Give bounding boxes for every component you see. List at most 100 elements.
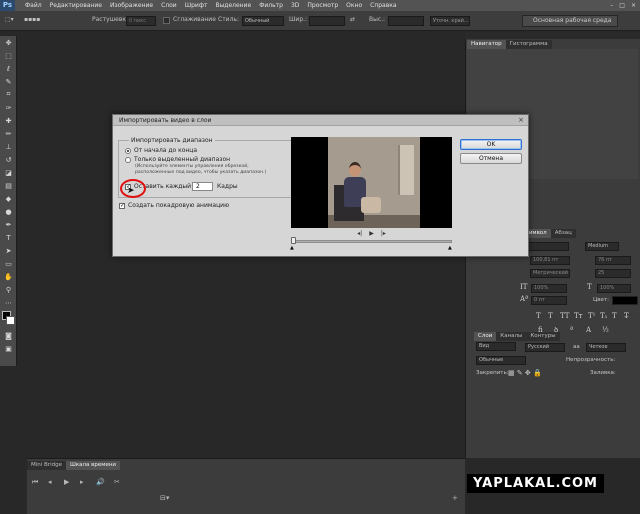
opentype-stylistic-icon[interactable]: ª [570,326,573,334]
selection-mode-icons[interactable]: ▪▪▪▪ [24,16,40,23]
strikethrough-icon[interactable]: T̶ [624,312,629,320]
tab-timeline[interactable]: Шкала времени [65,461,120,470]
menu-file[interactable]: Файл [25,2,42,9]
refine-edge-button[interactable]: Уточн. край... [430,16,470,26]
tab-histogram[interactable]: Гистограмма [506,40,552,49]
shape-tool-icon[interactable]: ▭ [0,257,17,270]
small-caps-icon[interactable]: Tт [574,312,583,320]
trim-start-marker-icon[interactable]: ▲ [290,245,294,251]
baseline-shift-input[interactable]: 0 пт [531,296,567,305]
cancel-button[interactable]: Отмена [460,153,522,164]
layer-kind-filter[interactable]: Вид [476,342,516,351]
opentype-ordinal-icon[interactable]: A [586,326,591,334]
prev-frame-icon[interactable]: ◂| [357,229,362,238]
blend-mode-select[interactable]: Обычные [476,356,526,365]
trim-end-marker-icon[interactable]: ▲ [448,245,452,251]
quick-mask-icon[interactable]: ◙ [0,329,17,342]
leading-input[interactable]: 76 пт [595,256,631,265]
font-family-select[interactable] [525,242,569,251]
underline-icon[interactable]: T [612,312,617,320]
preview-scrubber[interactable] [291,240,452,243]
opentype-fraction-icon[interactable]: ½ [602,326,609,334]
all-caps-icon[interactable]: TT [560,312,569,320]
faux-bold-icon[interactable]: T [536,312,541,320]
brush-tool-icon[interactable]: ✏ [0,127,17,140]
tab-mini-bridge[interactable]: Mini Bridge [27,461,66,470]
font-size-input[interactable]: 100,81 пт [530,256,570,265]
blur-tool-icon[interactable]: ◆ [0,192,17,205]
add-media-icon[interactable]: + [452,494,458,502]
quick-select-icon[interactable]: ✎ [0,75,17,88]
workspace-select[interactable]: Основная рабочая среда [522,15,618,27]
marquee-tool-icon[interactable]: ⬚▾ [5,16,14,23]
healing-brush-icon[interactable]: ✚ [0,114,17,127]
eyedropper-icon[interactable]: ✑ [0,101,17,114]
hand-tool-icon[interactable]: ✋ [0,270,17,283]
menu-layers[interactable]: Слои [161,2,177,9]
color-swatches[interactable] [0,309,17,329]
play-icon[interactable]: ▶ [64,478,69,486]
superscript-icon[interactable]: T¹ [588,312,595,320]
menu-view[interactable]: Просмотр [307,2,338,9]
tab-channels[interactable]: Каналы [496,332,526,341]
lock-icons[interactable]: ▦ ✎ ✥ 🔒 [508,369,542,377]
style-select[interactable]: Обычный [242,16,284,26]
tab-paragraph[interactable]: Абзац [551,229,576,238]
menu-filter[interactable]: Фильтр [259,2,283,9]
screen-mode-icon[interactable]: ▣ [0,342,17,355]
timeline-menu-icon[interactable]: ⊟▾ [160,494,169,502]
faux-italic-icon[interactable]: T [548,312,553,320]
swap-icon[interactable]: ⇄ [350,16,355,23]
clone-stamp-icon[interactable]: ⊥ [0,140,17,153]
tracking-input[interactable]: 25 [595,269,631,278]
eraser-icon[interactable]: ◪ [0,166,17,179]
subscript-icon[interactable]: T₁ [600,312,607,320]
next-frame-icon[interactable]: ▸ [80,478,84,486]
close-icon[interactable]: × [518,116,524,124]
vertical-scale-input[interactable]: 100% [531,284,567,293]
radio-selected-range[interactable] [125,157,131,163]
path-select-icon[interactable]: ➤ [0,244,17,257]
dodge-tool-icon[interactable]: ● [0,205,17,218]
lasso-tool-icon[interactable]: ℓ [0,62,17,75]
language-select[interactable]: Русский [525,343,565,352]
close-icon[interactable]: × [631,2,636,9]
marquee-tool-icon[interactable]: ⬚ [0,49,17,62]
prev-frame-icon[interactable]: ◂ [48,478,52,486]
type-tool-icon[interactable]: T [0,231,17,244]
scrubber-handle[interactable] [291,237,296,244]
width-input[interactable] [309,16,345,26]
gradient-tool-icon[interactable]: ▤ [0,179,17,192]
menu-window[interactable]: Окно [346,2,362,9]
maximize-icon[interactable]: □ [619,2,625,9]
kerning-input[interactable]: Метрический [530,269,570,278]
next-frame-icon[interactable]: |▸ [381,229,386,238]
height-input[interactable] [388,16,424,26]
zoom-tool-icon[interactable]: ⚲ [0,283,17,296]
radio-from-start-to-end[interactable] [125,148,131,154]
tab-layers[interactable]: Слои [474,332,497,341]
antialias-checkbox[interactable] [163,17,170,24]
minimize-icon[interactable]: – [610,2,613,9]
menu-select[interactable]: Выделение [215,2,251,9]
play-icon[interactable]: ▶ [369,229,374,238]
make-frame-animation-checkbox[interactable]: ✓ [119,203,125,209]
limit-frames-input[interactable]: 2 [192,182,213,191]
feather-input[interactable]: 0 пикс [126,16,156,26]
more-tools-icon[interactable]: ⋯ [0,296,17,309]
menu-help[interactable]: Справка [370,2,396,9]
tab-paths[interactable]: Контуры [526,332,559,341]
history-brush-icon[interactable]: ↺ [0,153,17,166]
text-color-swatch[interactable] [612,296,638,305]
crop-tool-icon[interactable]: ⌗ [0,88,17,101]
menu-edit[interactable]: Редактирование [50,2,102,9]
horizontal-scale-input[interactable]: 100% [597,284,631,293]
split-clip-icon[interactable]: ✂ [114,478,120,486]
menu-3d[interactable]: 3D [291,2,299,9]
menu-type[interactable]: Шрифт [185,2,208,9]
background-color[interactable] [6,316,15,325]
first-frame-icon[interactable]: ⏮ [32,478,38,487]
move-tool-icon[interactable]: ✥ [0,36,17,49]
menu-image[interactable]: Изображение [110,2,153,9]
audio-icon[interactable]: 🔊 [96,478,105,486]
